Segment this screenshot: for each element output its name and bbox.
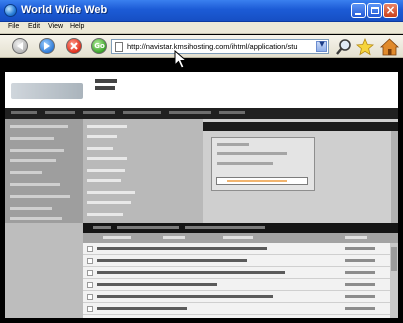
table-row[interactable] [83, 255, 398, 267]
toolbar: Go http://navistar.kmsihosting.com/ihtml… [0, 35, 403, 58]
menu-help[interactable]: Help [70, 23, 84, 30]
row-checkbox[interactable] [87, 306, 93, 312]
site-logo [11, 83, 83, 99]
row-checkbox[interactable] [87, 270, 93, 276]
address-dropdown-button[interactable]: ▼ [316, 40, 327, 52]
menu-file[interactable]: File [8, 23, 19, 30]
menu-bar: File Edit View Help [0, 22, 403, 34]
table-title-bar [83, 223, 398, 233]
window-title: World Wide Web [21, 4, 108, 16]
row-checkbox[interactable] [87, 294, 93, 300]
close-button[interactable]: × [383, 3, 398, 18]
stop-icon [70, 42, 78, 50]
page-top-strip [5, 58, 398, 72]
favorites-star-icon[interactable] [356, 38, 374, 56]
menu-view[interactable]: View [48, 23, 63, 30]
title-bar: World Wide Web × [0, 0, 403, 22]
mouse-cursor-icon [174, 50, 188, 69]
table-row[interactable] [83, 303, 398, 315]
form-input[interactable] [216, 177, 308, 185]
results-table [83, 243, 398, 318]
panel-header-bar [203, 122, 398, 131]
middle-menu [83, 119, 203, 223]
maximize-button[interactable] [367, 3, 382, 18]
address-bar[interactable]: http://navistar.kmsihosting.com/ihtml/ap… [111, 39, 329, 54]
row-checkbox[interactable] [87, 282, 93, 288]
maximize-icon [371, 7, 379, 14]
page-viewport[interactable] [5, 58, 398, 318]
page-header [5, 72, 398, 108]
content-panel [203, 119, 398, 223]
back-icon [17, 42, 23, 50]
minimize-button[interactable] [351, 3, 366, 18]
scrollbar-thumb[interactable] [391, 247, 397, 271]
table-row[interactable] [83, 291, 398, 303]
go-label: Go [94, 42, 105, 50]
table-row[interactable] [83, 267, 398, 279]
address-input[interactable]: http://navistar.kmsihosting.com/ihtml/ap… [127, 42, 315, 51]
back-button[interactable] [12, 38, 28, 54]
page-heading-blurred [95, 79, 155, 90]
row-checkbox[interactable] [87, 258, 93, 264]
minimize-icon [355, 13, 361, 15]
globe-icon [4, 4, 17, 17]
panel-scrollbar[interactable] [391, 131, 398, 223]
row-checkbox[interactable] [87, 246, 93, 252]
close-icon: × [385, 3, 396, 17]
stop-button[interactable] [66, 38, 82, 54]
home-icon[interactable] [380, 38, 399, 56]
forward-icon [44, 42, 50, 50]
table-row[interactable] [83, 279, 398, 291]
left-menu [5, 119, 83, 223]
form-box [211, 137, 315, 191]
table-column-headers [83, 233, 398, 243]
go-button[interactable]: Go [91, 38, 107, 54]
menu-edit[interactable]: Edit [28, 23, 40, 30]
forward-button[interactable] [39, 38, 55, 54]
table-row[interactable] [83, 243, 398, 255]
search-icon[interactable] [335, 38, 353, 56]
site-nav-bar [5, 108, 398, 119]
chevron-down-icon: ▼ [319, 40, 325, 48]
table-scrollbar[interactable] [390, 243, 398, 318]
page-icon [115, 42, 123, 52]
